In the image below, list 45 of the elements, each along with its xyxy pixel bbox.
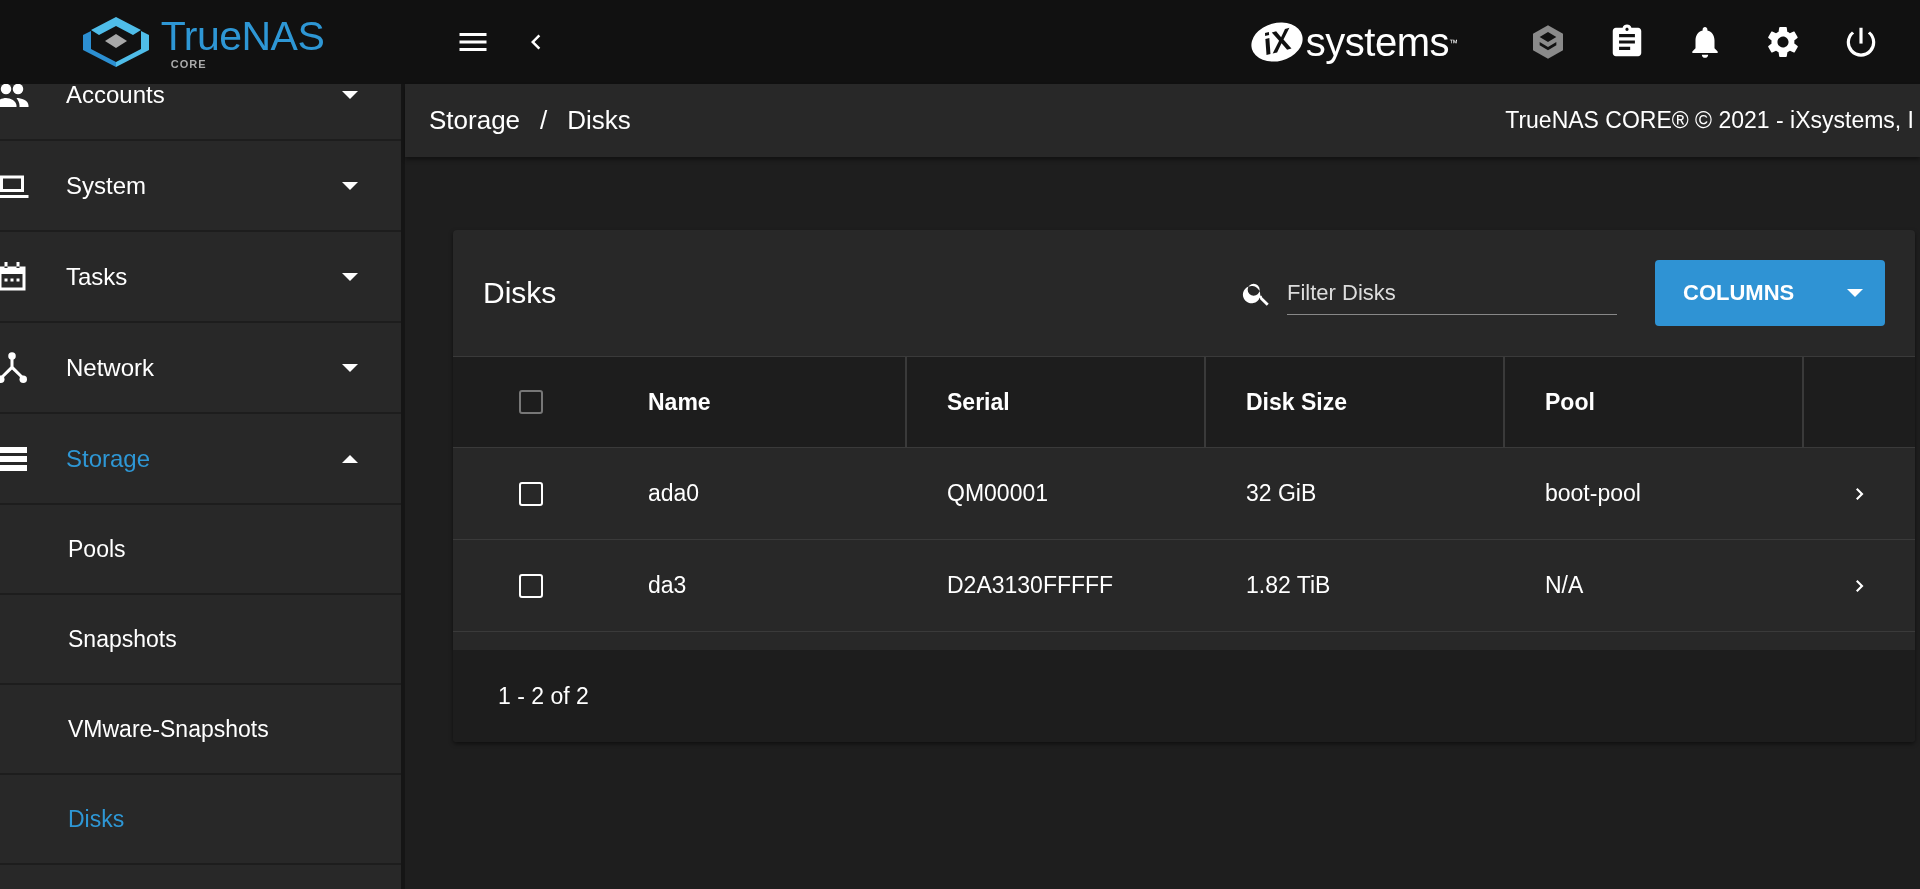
chevron-right-icon[interactable] bbox=[1855, 579, 1864, 592]
row-checkbox[interactable] bbox=[518, 573, 543, 598]
sidebar-item[interactable]: Storage bbox=[0, 414, 401, 505]
logo-edition: CORE bbox=[170, 58, 208, 70]
copyright-text: TrueNAS CORE® © 2021 - iXsystems, I bbox=[1505, 107, 1914, 134]
trademark-sign: ™ bbox=[1449, 37, 1458, 48]
sidebar-subitem[interactable]: Disks bbox=[0, 775, 401, 865]
sidebar-item[interactable]: Network bbox=[0, 323, 401, 414]
card-title: Disks bbox=[483, 276, 557, 310]
caret-down-icon bbox=[342, 181, 358, 190]
cube-logo-icon bbox=[80, 15, 151, 69]
logo-name: TrueNAS bbox=[160, 14, 325, 58]
pagination-range: 1 - 2 of 2 bbox=[498, 682, 589, 710]
vendor-logo-name: systems bbox=[1305, 19, 1449, 65]
table-cell-text: D2A3130FFFFF bbox=[946, 572, 1115, 599]
breadcrumb-separator: / bbox=[540, 105, 548, 136]
filter-input-field[interactable]: Filter Disks bbox=[1287, 271, 1617, 315]
column-header[interactable]: Pool bbox=[1505, 357, 1804, 447]
sidebar-item[interactable]: Tasks bbox=[0, 232, 401, 323]
table-cell-text: 32 GiB bbox=[1245, 480, 1318, 507]
caret-down-icon bbox=[1847, 289, 1863, 297]
sidebar-item[interactable]: Accounts bbox=[0, 84, 401, 141]
caret-down-icon bbox=[342, 363, 358, 372]
row-checkbox[interactable] bbox=[518, 481, 543, 506]
column-header[interactable]: Disk Size bbox=[1206, 357, 1505, 447]
table-cell-text: da3 bbox=[647, 572, 688, 599]
breadcrumb-link[interactable]: Disks bbox=[567, 105, 631, 136]
sidebar-item[interactable]: System bbox=[0, 141, 401, 232]
sidebar-subitem[interactable]: Pools bbox=[0, 505, 401, 595]
network-icon bbox=[0, 349, 30, 386]
caret-down-icon bbox=[342, 90, 358, 99]
chevron-right-icon[interactable] bbox=[1855, 487, 1864, 500]
caret-down-icon bbox=[342, 272, 358, 281]
table-cell-text: N/A bbox=[1544, 572, 1585, 599]
column-header[interactable]: Serial bbox=[907, 357, 1206, 447]
table-cell-text: ada0 bbox=[647, 480, 701, 507]
table-cell-text: 1.82 TiB bbox=[1245, 572, 1332, 599]
caret-up-icon bbox=[342, 454, 358, 463]
table-cell-text: QM00001 bbox=[946, 480, 1049, 507]
sidebar-subitem[interactable]: VMware-Snapshots bbox=[0, 685, 401, 775]
select-all-checkbox[interactable] bbox=[518, 390, 543, 414]
breadcrumb-link[interactable]: Storage bbox=[429, 105, 521, 136]
table-cell-text: boot-pool bbox=[1544, 480, 1642, 507]
sidebar-subitem[interactable]: Snapshots bbox=[0, 595, 401, 685]
column-header[interactable]: Name bbox=[608, 357, 907, 447]
